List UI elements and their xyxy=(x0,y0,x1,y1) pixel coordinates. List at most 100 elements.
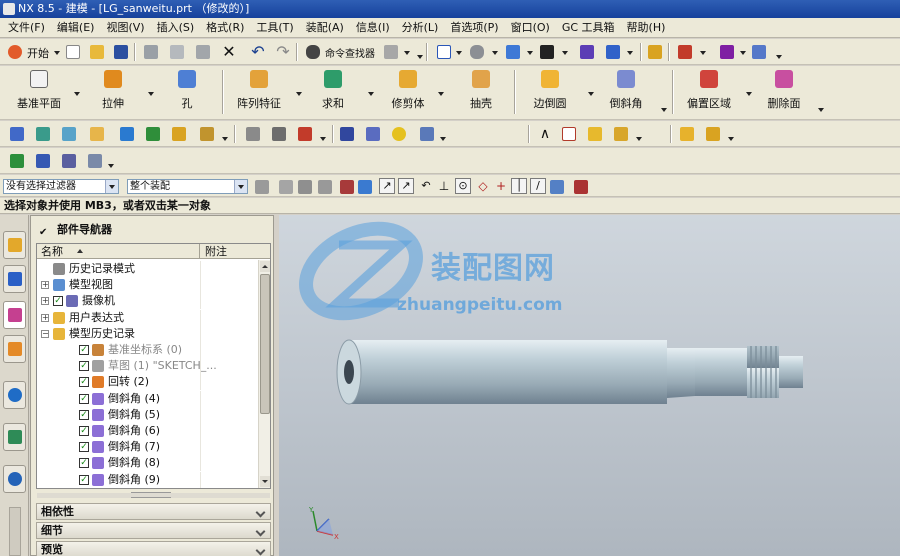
scroll-down-icon[interactable] xyxy=(260,476,270,487)
quadrant-snap-icon[interactable]: ◇ xyxy=(474,178,492,196)
replace-face-icon[interactable] xyxy=(88,125,106,143)
dropdown-arrow[interactable] xyxy=(492,51,498,55)
pull-face-icon[interactable] xyxy=(34,125,52,143)
dropdown-arrow[interactable] xyxy=(148,92,154,96)
filter-options-icon[interactable] xyxy=(572,178,590,196)
dropdown-arrow[interactable] xyxy=(456,51,462,55)
menu-edit[interactable]: 编辑(E) xyxy=(51,18,101,38)
assembly-navigator-icon[interactable] xyxy=(646,43,664,61)
menu-gc-toolkit[interactable]: GC 工具箱 xyxy=(556,18,621,38)
invert-select-icon[interactable] xyxy=(316,178,334,196)
toolbar-options-arrow[interactable] xyxy=(222,137,228,141)
visibility-checkbox[interactable]: ✓ xyxy=(79,361,89,372)
roles-tab[interactable] xyxy=(3,465,26,493)
menu-file[interactable]: 文件(F) xyxy=(0,18,51,38)
menu-help[interactable]: 帮助(H) xyxy=(621,18,672,38)
start-label[interactable]: 开始 xyxy=(27,45,49,61)
details-panel[interactable]: 细节 xyxy=(36,522,271,539)
trim-body-button[interactable]: 修剪体 xyxy=(386,70,430,116)
toolbar-options-arrow[interactable] xyxy=(417,55,423,59)
collapse-icon[interactable]: − xyxy=(41,329,49,338)
dropdown-arrow[interactable] xyxy=(368,92,374,96)
table-icon[interactable] xyxy=(560,125,578,143)
menu-preferences[interactable]: 首选项(P) xyxy=(444,18,504,38)
intersection-snap-icon[interactable]: ⊥ xyxy=(435,178,453,196)
hole-button[interactable]: 孔 xyxy=(166,70,208,116)
menu-information[interactable]: 信息(I) xyxy=(350,18,396,38)
chevron-down-icon[interactable] xyxy=(105,180,118,193)
analysis-icon[interactable] xyxy=(418,125,436,143)
copy-icon[interactable] xyxy=(168,43,186,61)
toolbar-options-arrow[interactable] xyxy=(108,164,114,168)
image-icon[interactable] xyxy=(586,125,604,143)
tree-row[interactable]: ✓ 草图 (1) "SKETCH_... xyxy=(37,358,258,375)
midpoint-snap-icon[interactable]: ↗ xyxy=(398,178,414,194)
expand-icon[interactable]: + xyxy=(41,313,49,322)
undo-icon[interactable]: ↶ xyxy=(249,43,267,61)
dependencies-panel[interactable]: 相依性 xyxy=(36,503,271,520)
suppress-feature-icon[interactable] xyxy=(86,152,104,170)
tree-row[interactable]: ✓ 倒斜角 (6) xyxy=(37,423,258,439)
delete-icon[interactable]: ✕ xyxy=(220,43,238,61)
scrollbar-thumb[interactable] xyxy=(260,274,270,414)
toolbar-options-arrow[interactable] xyxy=(636,137,642,141)
toolbar-options-arrow[interactable] xyxy=(728,137,734,141)
line-sketch-icon[interactable]: ∧ xyxy=(536,125,554,143)
dropdown-arrow[interactable] xyxy=(74,92,80,96)
scroll-up-icon[interactable] xyxy=(260,261,270,272)
wcs-icon[interactable] xyxy=(718,43,736,61)
panel-splitter-handle[interactable] xyxy=(131,492,171,498)
assembly-constraint-icon[interactable] xyxy=(704,125,722,143)
tree-row[interactable]: ✓ 倒斜角 (9) xyxy=(37,471,258,488)
point-on-curve-snap-icon[interactable]: │ xyxy=(511,178,527,194)
check-mate-icon[interactable] xyxy=(8,152,26,170)
binoculars-icon[interactable] xyxy=(304,43,322,61)
tree-row[interactable]: ✓ 回转 (2) xyxy=(37,374,258,391)
preview-panel[interactable]: 预览 xyxy=(36,541,271,556)
unite-button[interactable]: 求和 xyxy=(312,70,354,116)
filter-reset-icon[interactable] xyxy=(253,178,271,196)
dropdown-arrow[interactable] xyxy=(700,51,706,55)
existing-point-snap-icon[interactable]: + xyxy=(492,178,510,196)
copy-face-icon[interactable] xyxy=(170,125,188,143)
datum-plane-button[interactable]: 基准平面 xyxy=(14,70,64,116)
menu-view[interactable]: 视图(V) xyxy=(100,18,150,38)
history-tab[interactable] xyxy=(3,423,26,451)
endpoint-snap-icon[interactable]: ↗ xyxy=(379,178,395,194)
start-icon[interactable] xyxy=(6,43,24,61)
extrude-button[interactable]: 拉伸 xyxy=(92,70,134,116)
offset-face-icon[interactable] xyxy=(60,125,78,143)
dropdown-arrow[interactable] xyxy=(562,51,568,55)
pin-icon[interactable]: ✔ xyxy=(39,224,47,242)
edit-parameters-icon[interactable] xyxy=(34,152,52,170)
menu-analysis[interactable]: 分析(L) xyxy=(396,18,445,38)
toolbar-options-arrow[interactable] xyxy=(818,108,824,112)
orient-view-icon[interactable] xyxy=(604,43,622,61)
toolbar-options-arrow[interactable] xyxy=(320,137,326,141)
menu-window[interactable]: 窗口(O) xyxy=(505,18,556,38)
measure-distance-icon[interactable] xyxy=(750,43,768,61)
snap-options-icon[interactable] xyxy=(548,178,566,196)
dimension-icon[interactable] xyxy=(296,125,314,143)
selection-scope-select[interactable]: 整个装配 xyxy=(127,179,248,194)
menu-assemblies[interactable]: 装配(A) xyxy=(300,18,350,38)
point-on-face-snap-icon[interactable]: / xyxy=(530,178,546,194)
dropdown-arrow[interactable] xyxy=(296,92,302,96)
control-point-snap-icon[interactable]: ↶ xyxy=(417,178,435,196)
visibility-checkbox[interactable]: ✓ xyxy=(79,409,89,420)
shaft-part-model[interactable] xyxy=(335,328,803,418)
shaded-cube-icon[interactable] xyxy=(504,43,522,61)
tree-row[interactable]: ✓ 倒斜角 (7) xyxy=(37,439,258,456)
reuse-library-tab[interactable] xyxy=(3,335,26,363)
deselect-icon[interactable] xyxy=(296,178,314,196)
thread-icon[interactable] xyxy=(390,125,408,143)
save-icon[interactable] xyxy=(112,43,130,61)
type-filter-select[interactable]: 没有选择过滤器 xyxy=(3,179,119,194)
visibility-checkbox[interactable]: ✓ xyxy=(79,458,89,469)
toolbar-options-arrow[interactable] xyxy=(661,108,667,112)
render-style-icon[interactable] xyxy=(468,43,486,61)
tree-row[interactable]: ✓ 倒斜角 (8) xyxy=(37,455,258,472)
graphics-window[interactable]: 装配图网 zhuangpeitu.com X Y xyxy=(279,215,900,556)
menu-format[interactable]: 格式(R) xyxy=(200,18,250,38)
tree-scrollbar[interactable] xyxy=(258,260,270,488)
